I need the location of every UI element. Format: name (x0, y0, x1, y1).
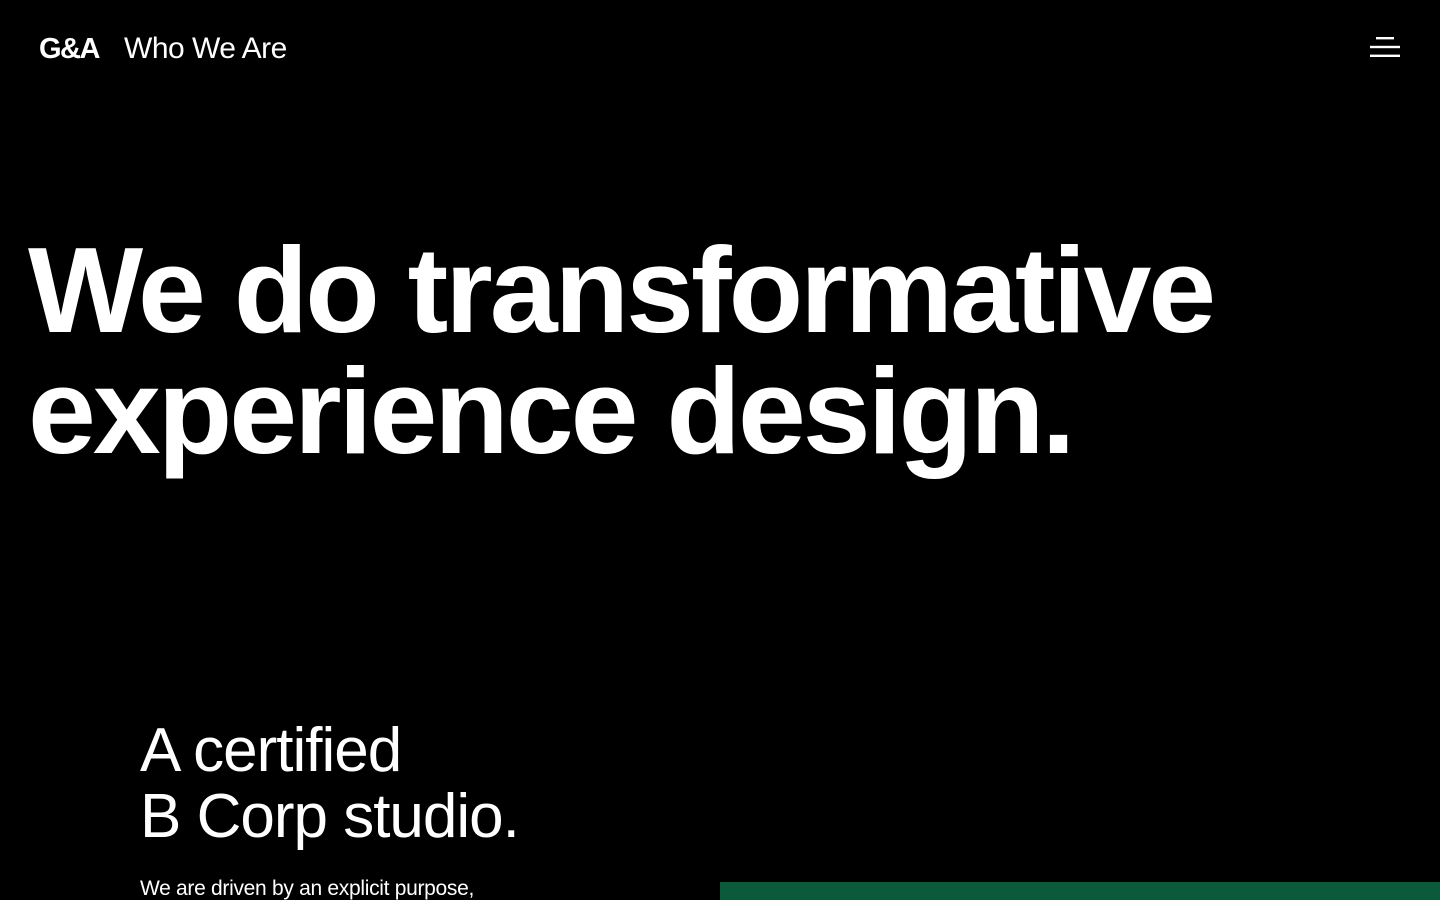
hamburger-menu-icon (1370, 37, 1400, 57)
hero-headline-line-2: experience design. (28, 343, 1075, 479)
bcorp-heading-line-1: A certified (140, 716, 402, 785)
hero-headline: We do transformative experience design. (28, 222, 1428, 479)
logo-link[interactable]: G&A (39, 30, 100, 68)
hero-headline-line-1: We do transformative (28, 222, 1216, 358)
menu-button[interactable] (1364, 30, 1406, 64)
page-title: Who We Are (124, 32, 287, 65)
bcorp-heading: A certified B Corp studio. (140, 716, 520, 851)
site-header: G&A Who We Are (0, 0, 1440, 100)
bcorp-description: We are driven by an explicit purpose, (140, 877, 475, 900)
bcorp-heading-line-2: B Corp studio. (140, 782, 520, 851)
green-image-panel (720, 882, 1440, 900)
